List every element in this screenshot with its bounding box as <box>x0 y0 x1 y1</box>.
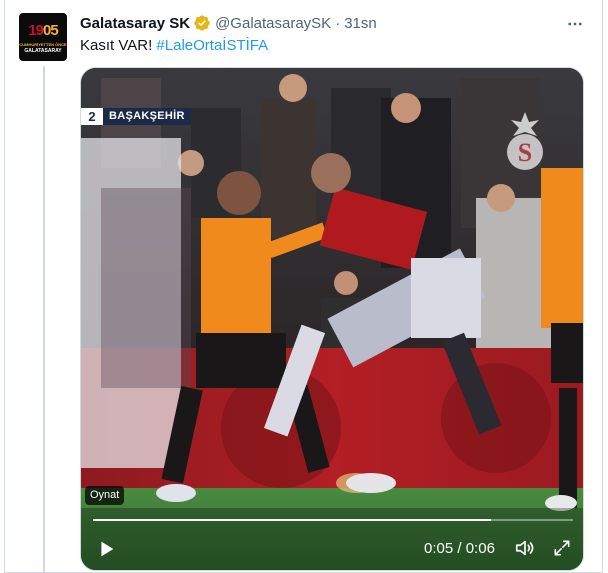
video-controls: 0:05 / 0:06 <box>81 528 583 570</box>
video-time-readout: 0:05 / 0:06 <box>424 540 495 557</box>
avatar-logo-line2: GALATASARAY <box>24 48 62 54</box>
galatasaray-logo-icon: S <box>501 108 549 172</box>
avatar[interactable]: 1905 CUMHURİYETTEN ÖNCE GALATASARAY <box>19 13 67 61</box>
more-horizontal-icon[interactable] <box>564 13 586 35</box>
play-badge: Oynat <box>85 486 125 505</box>
team-name: BAŞAKŞEHİR <box>103 108 191 125</box>
fullscreen-icon[interactable] <box>550 536 574 560</box>
tweet-header: Galatasaray SK @GalatasaraySK · 31sn <box>80 13 377 33</box>
scoreboard: 2 BAŞAKŞEHİR <box>81 108 191 125</box>
play-icon[interactable] <box>89 532 123 566</box>
duration: 0:06 <box>465 540 495 557</box>
tweet-card[interactable]: 1905 CUMHURİYETTEN ÖNCE GALATASARAY Gala… <box>0 0 608 573</box>
video-progress-fill <box>93 519 492 521</box>
volume-icon[interactable] <box>513 536 537 560</box>
svg-text:S: S <box>518 138 532 167</box>
thread-line <box>43 66 45 573</box>
frame-right-border <box>602 0 603 573</box>
tweet-text: Kasıt VAR! #LaleOrtaİSTİFA <box>80 36 268 56</box>
tweet-text-body: Kasıt VAR! <box>80 37 157 54</box>
current-time: 0:05 <box>424 540 454 557</box>
display-name[interactable]: Galatasaray SK <box>80 15 190 32</box>
avatar-logo-line1: CUMHURİYETTEN ÖNCE <box>19 42 67 47</box>
timestamp[interactable]: 31sn <box>344 15 377 32</box>
video-progress-bar[interactable] <box>93 519 573 521</box>
video-player[interactable]: 2 BAŞAKŞEHİR S Oynat 0:05 / 0:06 <box>80 67 584 571</box>
avatar-logo-year: 1905 <box>28 22 58 39</box>
hashtag-link[interactable]: #LaleOrtaİSTİFA <box>156 37 268 54</box>
handle[interactable]: @GalatasaraySK <box>215 15 331 32</box>
verified-badge-icon[interactable] <box>193 14 211 32</box>
score-number: 2 <box>81 108 103 125</box>
time-separator: / <box>453 540 466 557</box>
separator-dot: · <box>335 14 341 32</box>
frame-left-border <box>4 0 5 573</box>
